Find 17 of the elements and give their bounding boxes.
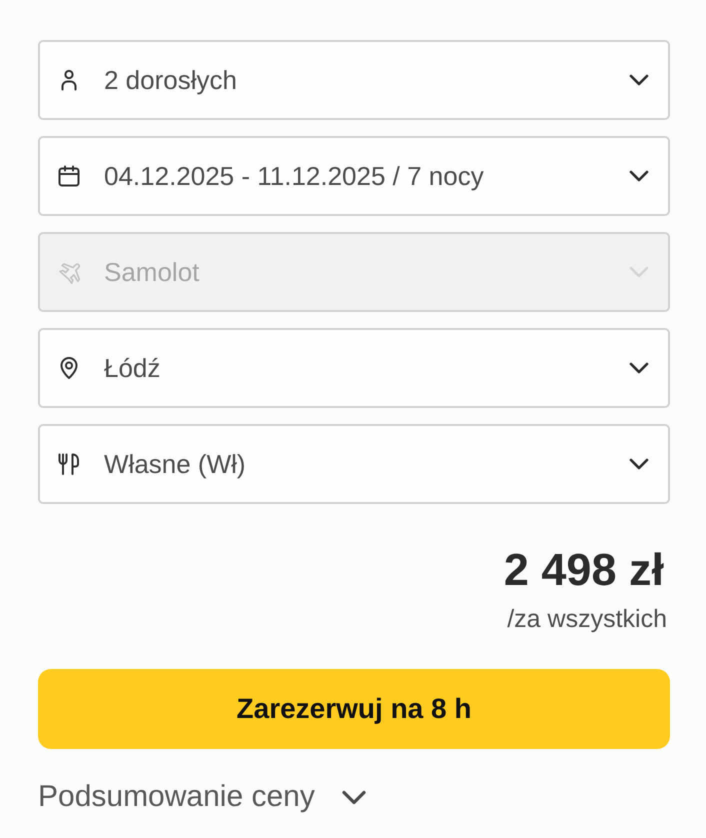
calendar-icon xyxy=(57,164,81,188)
chevron-down-icon xyxy=(629,362,649,374)
chevron-down-icon xyxy=(629,458,649,470)
travelers-select[interactable]: 2 dorosłych xyxy=(38,40,670,120)
price-amount: 2 498 zł xyxy=(504,544,664,596)
price-note: /za wszystkich xyxy=(507,604,667,634)
dates-select[interactable]: 04.12.2025 - 11.12.2025 / 7 nocy xyxy=(38,136,670,216)
chevron-down-icon xyxy=(629,266,649,278)
fork-knife-icon xyxy=(57,452,81,476)
meals-select[interactable]: Własne (Wł) xyxy=(38,424,670,504)
chevron-down-icon xyxy=(629,74,649,86)
book-button[interactable]: Zarezerwuj na 8 h xyxy=(38,669,670,749)
airplane-icon xyxy=(57,260,81,284)
chevron-down-icon xyxy=(340,790,367,804)
departure-select[interactable]: Łódź xyxy=(38,328,670,408)
price-summary-toggle[interactable]: Podsumowanie ceny xyxy=(38,779,367,815)
chevron-down-icon xyxy=(629,170,649,182)
